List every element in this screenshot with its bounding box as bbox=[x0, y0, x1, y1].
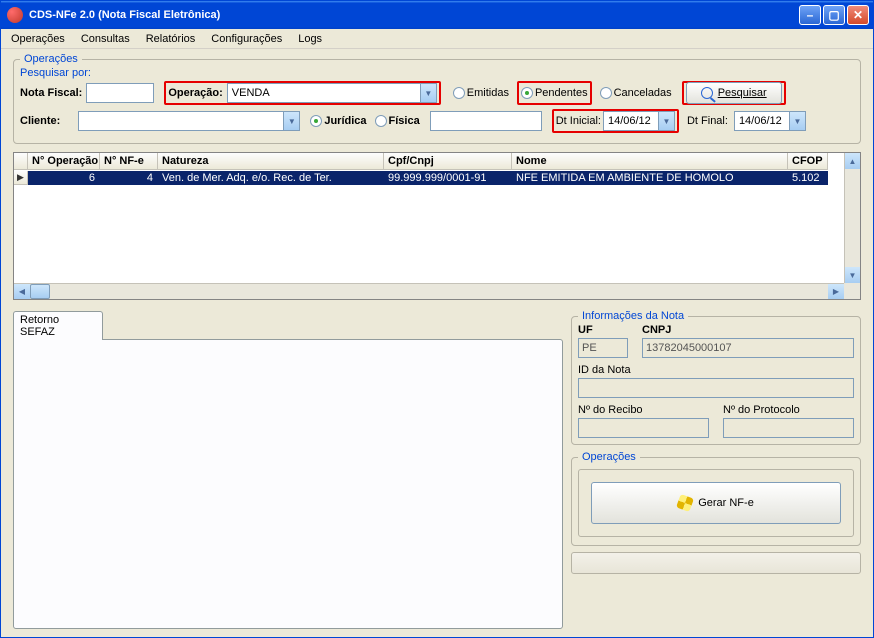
id-nota-value bbox=[578, 378, 854, 398]
scroll-thumb[interactable] bbox=[30, 284, 50, 299]
chevron-down-icon: ▼ bbox=[789, 112, 805, 130]
menu-operacoes[interactable]: Operações bbox=[5, 31, 71, 47]
cliente-dropdown[interactable]: ▼ bbox=[78, 111, 300, 131]
search-icon bbox=[701, 87, 713, 99]
empty-status-panel bbox=[571, 552, 861, 574]
dt-inicial-label: Dt Inicial: bbox=[556, 115, 601, 127]
retorno-sefaz-panel: Retorno SEFAZ bbox=[13, 310, 563, 629]
menubar: Operações Consultas Relatórios Configura… bbox=[1, 29, 873, 49]
radio-fisica[interactable]: Física bbox=[375, 115, 420, 127]
dt-final-label: Dt Final: bbox=[687, 115, 728, 127]
radio-canceladas[interactable]: Canceladas bbox=[600, 87, 672, 99]
minimize-button[interactable]: – bbox=[799, 5, 821, 25]
cliente-code-input[interactable] bbox=[430, 111, 542, 131]
titlebar: CDS-NFe 2.0 (Nota Fiscal Eletrônica) – ▢… bbox=[1, 1, 873, 29]
recibo-value bbox=[578, 418, 709, 438]
scroll-left-icon[interactable]: ◀ bbox=[14, 284, 30, 299]
chevron-down-icon: ▼ bbox=[420, 84, 436, 102]
protocolo-value bbox=[723, 418, 854, 438]
gerar-nfe-button[interactable]: Gerar NF-e bbox=[591, 482, 841, 524]
grid-header: N° Operação N° NF-e Natureza Cpf/Cnpj No… bbox=[14, 153, 860, 170]
col-n-nfe[interactable]: N° NF-e bbox=[100, 153, 158, 170]
row-indicator-icon: ▶ bbox=[14, 171, 28, 185]
menu-consultas[interactable]: Consultas bbox=[75, 31, 136, 47]
table-row[interactable]: ▶ 6 4 Ven. de Mer. Adq. e/o. Rec. de Ter… bbox=[14, 171, 844, 185]
col-natureza[interactable]: Natureza bbox=[158, 153, 384, 170]
radio-pendentes[interactable]: Pendentes bbox=[521, 87, 588, 99]
horizontal-scrollbar[interactable]: ◀ ▶ bbox=[14, 283, 844, 299]
dt-inicial-input[interactable]: 14/06/12 ▼ bbox=[603, 111, 675, 131]
operacoes-group: Operações Pesquisar por: Nota Fiscal: Op… bbox=[13, 53, 861, 144]
info-nota-group: Informações da Nota UF CNPJ ID da Nota bbox=[571, 310, 861, 445]
scroll-right-icon[interactable]: ▶ bbox=[828, 284, 844, 299]
operacoes-action-label: Operações bbox=[578, 451, 640, 463]
operacoes-action-group: Operações Gerar NF-e bbox=[571, 451, 861, 546]
operacao-value: VENDA bbox=[228, 87, 420, 99]
chevron-down-icon: ▼ bbox=[658, 112, 674, 130]
id-nota-label: ID da Nota bbox=[578, 364, 854, 376]
menu-relatorios[interactable]: Relatórios bbox=[140, 31, 202, 47]
radio-juridica[interactable]: Jurídica bbox=[310, 115, 366, 127]
vertical-scrollbar[interactable]: ▲ ▼ bbox=[844, 153, 860, 283]
pesquisar-button[interactable]: Pesquisar bbox=[686, 82, 782, 104]
operacao-label: Operação: bbox=[168, 87, 222, 99]
uf-value bbox=[578, 338, 628, 358]
cnpj-label: CNPJ bbox=[642, 324, 854, 336]
maximize-button[interactable]: ▢ bbox=[823, 5, 845, 25]
close-button[interactable]: ✕ bbox=[847, 5, 869, 25]
col-cpf-cnpj[interactable]: Cpf/Cnpj bbox=[384, 153, 512, 170]
radio-emitidas[interactable]: Emitidas bbox=[453, 87, 509, 99]
protocolo-label: Nº do Protocolo bbox=[723, 404, 854, 416]
menu-configuracoes[interactable]: Configurações bbox=[205, 31, 288, 47]
nota-fiscal-input[interactable] bbox=[86, 83, 154, 103]
cliente-label: Cliente: bbox=[20, 115, 60, 127]
app-window: CDS-NFe 2.0 (Nota Fiscal Eletrônica) – ▢… bbox=[0, 0, 874, 638]
chevron-down-icon: ▼ bbox=[283, 112, 299, 130]
gear-icon bbox=[676, 494, 694, 512]
retorno-sefaz-content bbox=[13, 339, 563, 629]
window-title: CDS-NFe 2.0 (Nota Fiscal Eletrônica) bbox=[29, 9, 799, 21]
cnpj-value bbox=[642, 338, 854, 358]
col-cfop[interactable]: CFOP bbox=[788, 153, 828, 170]
col-n-operacao[interactable]: N° Operação bbox=[28, 153, 100, 170]
pesquisar-por-label: Pesquisar por: bbox=[20, 67, 91, 79]
results-grid[interactable]: N° Operação N° NF-e Natureza Cpf/Cnpj No… bbox=[13, 152, 861, 300]
tab-retorno-sefaz[interactable]: Retorno SEFAZ bbox=[13, 311, 103, 340]
operacao-dropdown[interactable]: VENDA ▼ bbox=[227, 83, 437, 103]
dt-final-input[interactable]: 14/06/12 ▼ bbox=[734, 111, 806, 131]
nota-fiscal-label: Nota Fiscal: bbox=[20, 87, 82, 99]
app-icon bbox=[7, 7, 23, 23]
col-nome[interactable]: Nome bbox=[512, 153, 788, 170]
uf-label: UF bbox=[578, 324, 628, 336]
scroll-down-icon[interactable]: ▼ bbox=[845, 267, 860, 283]
scroll-up-icon[interactable]: ▲ bbox=[845, 153, 860, 169]
results-grid-container: N° Operação N° NF-e Natureza Cpf/Cnpj No… bbox=[13, 152, 861, 300]
menu-logs[interactable]: Logs bbox=[292, 31, 328, 47]
info-nota-label: Informações da Nota bbox=[578, 310, 688, 322]
operacoes-group-label: Operações bbox=[20, 53, 82, 65]
recibo-label: Nº do Recibo bbox=[578, 404, 709, 416]
